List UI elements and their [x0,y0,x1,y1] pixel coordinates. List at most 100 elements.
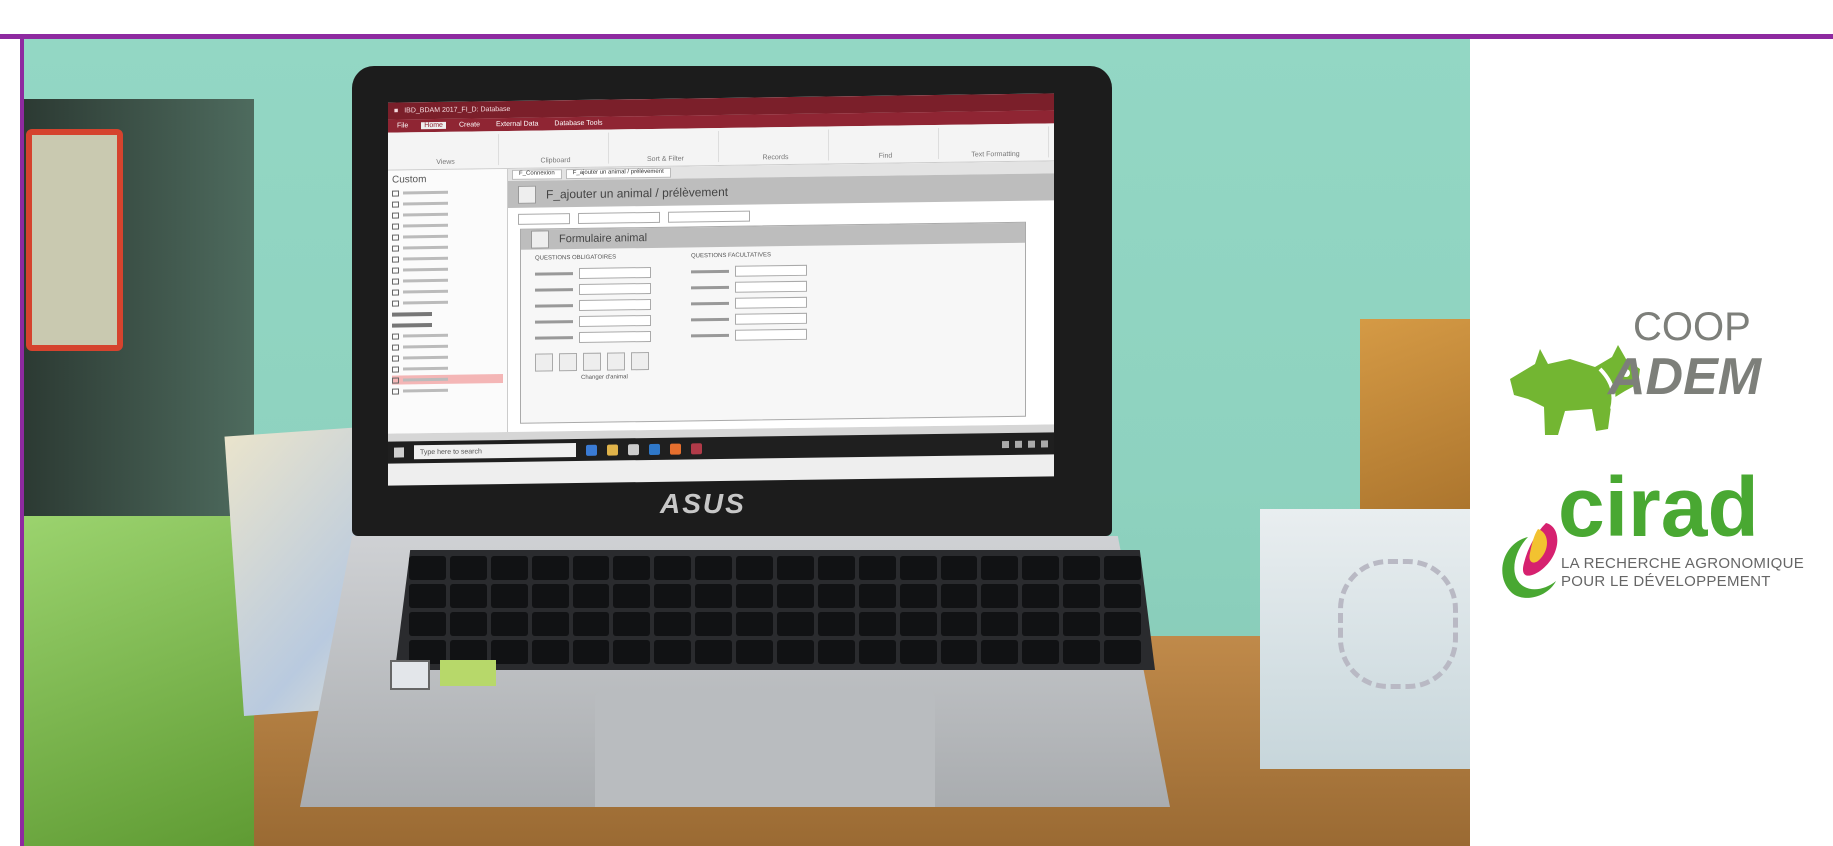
word-icon[interactable] [649,443,660,455]
nav-item[interactable] [392,231,503,242]
field-input[interactable] [735,296,807,309]
nav-item[interactable] [392,220,503,231]
table-icon [392,233,399,241]
nav-item[interactable] [392,253,503,264]
column-mandatory: QUESTIONS OBLIGATOIRES [535,254,651,344]
access-icon[interactable] [691,442,702,454]
notification-icon[interactable] [1041,439,1048,448]
first-record-button[interactable] [535,353,553,372]
menu-database-tools[interactable]: Database Tools [551,120,605,128]
field-input[interactable] [579,282,651,295]
column-optional: QUESTIONS FACULTATIVES [691,252,807,342]
field-input[interactable] [579,314,651,327]
nav-pane-title[interactable]: Custom [392,173,503,185]
undo-button[interactable] [631,352,649,371]
menu-file[interactable]: File [394,122,411,129]
table-icon [392,211,399,219]
menu-home[interactable]: Home [421,121,446,130]
nav-item[interactable] [392,286,503,297]
form-icon [518,185,536,204]
ribbon-group-find[interactable]: Find [833,127,939,161]
field-row [691,328,807,342]
field-input[interactable] [735,328,807,341]
nav-item-label [403,355,448,360]
form-field[interactable] [518,213,570,225]
nav-item-selected[interactable] [392,374,503,385]
field-row [691,264,807,278]
laptop-touchpad [595,690,935,807]
taskbar-search-input[interactable]: Type here to search [414,443,576,460]
query-icon [392,387,399,395]
cardboard-box [1360,319,1470,539]
volume-icon[interactable] [1015,440,1022,448]
field-input[interactable] [735,312,807,325]
query-icon [392,332,399,340]
network-icon[interactable] [1002,440,1009,448]
tab-ajouter-animal[interactable]: F_ajouter un animal / prélèvement [565,167,671,180]
table-icon [392,299,399,307]
field-label [535,288,573,292]
nav-item[interactable] [392,275,503,286]
field-input[interactable] [579,298,651,311]
nav-item[interactable] [392,385,503,396]
ribbon-group-views[interactable]: Views [393,134,499,167]
battery-icon[interactable] [1028,440,1035,448]
nav-item-label [403,289,448,294]
menu-create[interactable]: Create [456,121,483,128]
field-row [535,330,651,344]
query-icon [392,376,399,384]
logo-panel: COOP ADEM cirad LA RECHERCHE AGRONOMIQUE… [1470,39,1833,846]
ribbon-group-records[interactable]: Records [723,129,829,162]
nav-item[interactable] [392,341,503,352]
tab-connexion[interactable]: F_Connexion [512,169,562,180]
nav-item[interactable] [392,209,503,220]
field-input[interactable] [735,264,807,277]
nav-item[interactable] [392,187,503,198]
field-label [691,333,729,338]
nav-item[interactable] [392,352,503,363]
query-icon [392,365,399,373]
table-icon [392,277,399,285]
nav-item[interactable] [392,198,503,209]
field-input[interactable] [735,280,807,293]
table-icon [392,255,399,263]
form-field[interactable] [668,210,750,223]
nav-item[interactable] [392,330,503,341]
nvidia-sticker [440,660,496,686]
spiral-binding [1338,559,1458,689]
folder-icon[interactable] [607,443,618,456]
store-icon[interactable] [628,443,639,455]
intel-sticker [390,660,430,690]
nav-item-label [403,201,448,206]
nav-item[interactable] [392,242,503,253]
nav-item-label [403,388,448,393]
windows-start-icon[interactable] [394,447,404,458]
field-row [535,266,651,280]
field-input[interactable] [579,266,651,279]
nav-item[interactable] [392,363,503,374]
form-field[interactable] [578,211,660,224]
cirad-tagline-line-2: POUR LE DÉVELOPPEMENT [1561,573,1771,590]
nav-item[interactable] [392,264,503,275]
nav-item[interactable] [392,297,503,308]
ribbon-group-sort-filter[interactable]: Sort & Filter [613,131,719,164]
nav-section-header[interactable] [392,320,503,330]
ribbon-group-clipboard[interactable]: Clipboard [503,132,609,166]
chrome-icon[interactable] [670,443,681,455]
subform-title: Formulaire animal [559,232,648,246]
nav-section-header[interactable] [392,309,503,319]
menu-external-data[interactable]: External Data [493,121,541,129]
field-row [691,312,807,326]
window-title: IBD_BDAM 2017_FI_D: Database [404,105,511,115]
nav-item-label [403,278,448,283]
field-label [691,269,729,274]
field-input[interactable] [579,330,651,343]
ribbon-group-text-formatting[interactable]: Text Formatting [943,126,1049,159]
last-record-button[interactable] [607,352,625,371]
subform-columns: QUESTIONS OBLIGATOIRES QUESTIONS FACULTA… [521,243,1025,350]
navigation-pane: Custom [388,168,508,434]
next-record-button[interactable] [583,352,601,371]
nav-item-label [403,223,448,228]
previous-record-button[interactable] [559,353,577,372]
edge-icon[interactable] [586,444,597,456]
